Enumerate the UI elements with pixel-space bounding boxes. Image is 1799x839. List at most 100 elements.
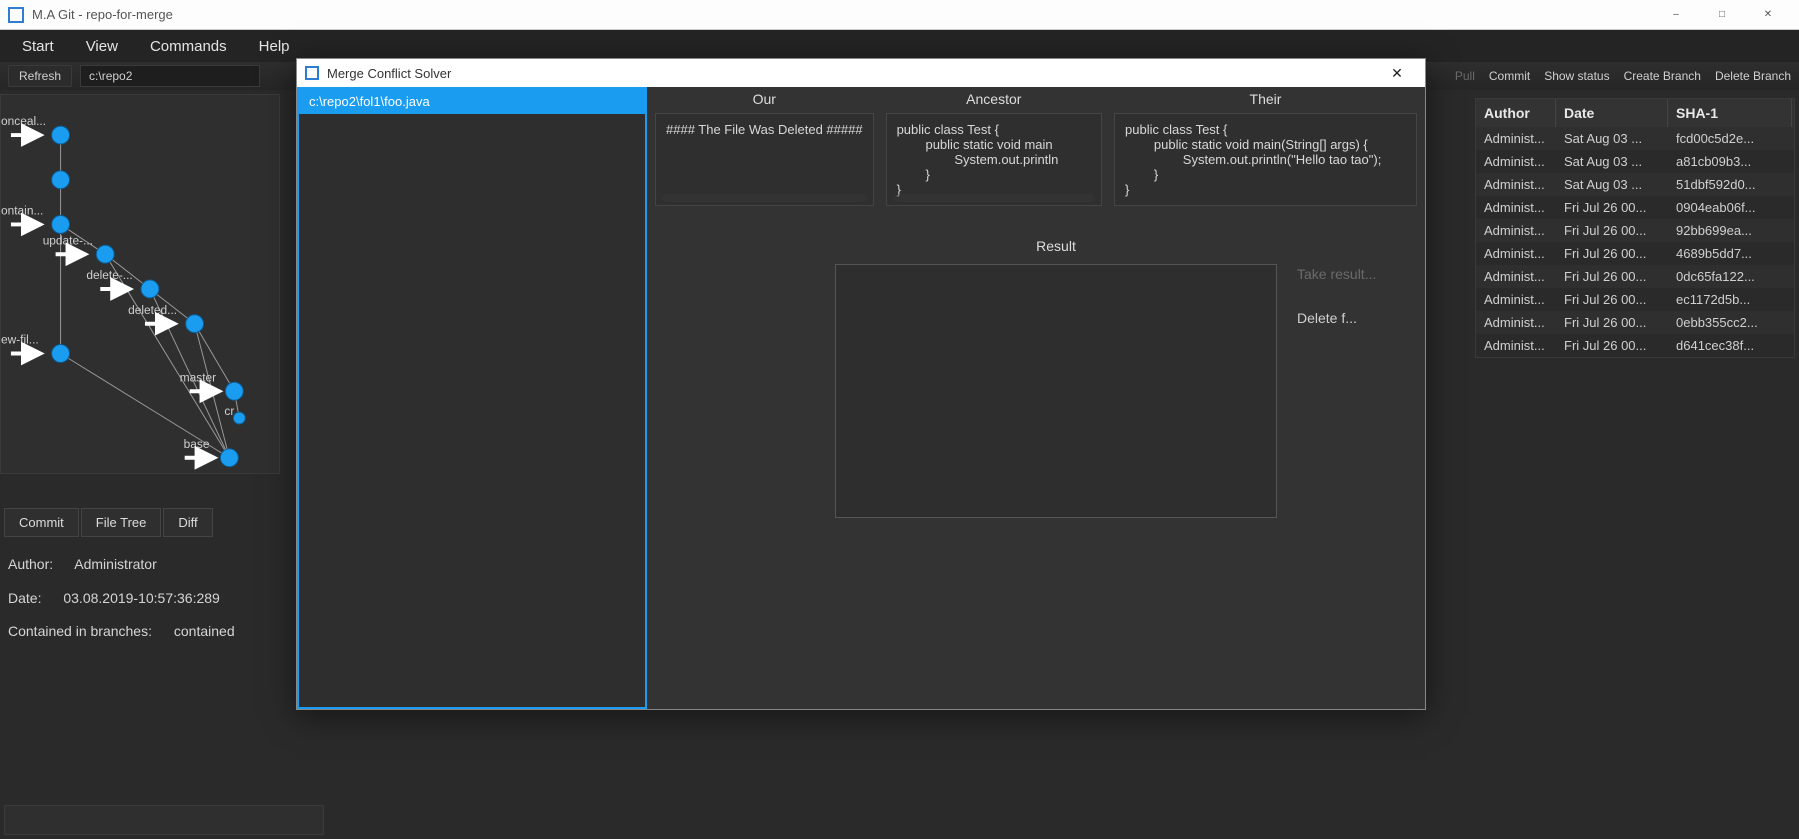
take-result-button[interactable]: Take result... <box>1297 266 1417 282</box>
cell-author: Administ... <box>1476 150 1556 173</box>
close-window-button[interactable]: ✕ <box>1745 0 1791 30</box>
pull-button[interactable]: Pull <box>1455 69 1475 83</box>
cell-sha: 0ebb355cc2... <box>1668 311 1792 334</box>
pane-ancestor: Ancestor public class Test { public stat… <box>886 91 1102 206</box>
menu-view[interactable]: View <box>72 32 132 61</box>
cell-sha: 0904eab06f... <box>1668 196 1792 219</box>
table-row[interactable]: Administ...Fri Jul 26 00...0904eab06f... <box>1476 196 1794 219</box>
maximize-button[interactable]: □ <box>1699 0 1745 30</box>
table-row[interactable]: Administ...Sat Aug 03 ...51dbf592d0... <box>1476 173 1794 196</box>
modal-close-button[interactable]: ✕ <box>1377 65 1417 82</box>
branches-label: Contained in branches: <box>8 615 152 649</box>
cell-date: Fri Jul 26 00... <box>1556 288 1668 311</box>
graph-label: delete-... <box>86 268 132 282</box>
minimize-button[interactable]: – <box>1653 0 1699 30</box>
cell-date: Fri Jul 26 00... <box>1556 219 1668 242</box>
pane-their-header: Their <box>1114 91 1417 113</box>
table-row[interactable]: Administ...Fri Jul 26 00...92bb699ea... <box>1476 219 1794 242</box>
detail-tabs: Commit File Tree Diff <box>4 508 213 537</box>
commit-graph[interactable]: onceal... ontain... update-... delete-..… <box>0 94 280 474</box>
result-textarea[interactable] <box>835 264 1277 518</box>
col-header-author[interactable]: Author <box>1476 99 1556 127</box>
cell-sha: d641cec38f... <box>1668 334 1792 357</box>
cell-author: Administ... <box>1476 288 1556 311</box>
cell-author: Administ... <box>1476 242 1556 265</box>
menu-commands[interactable]: Commands <box>136 32 241 61</box>
cell-author: Administ... <box>1476 127 1556 150</box>
lower-panel <box>4 805 324 835</box>
graph-label: ew-fil... <box>1 333 39 347</box>
refresh-button[interactable]: Refresh <box>8 65 72 87</box>
cell-date: Sat Aug 03 ... <box>1556 127 1668 150</box>
graph-label: deleted... <box>128 303 177 317</box>
repo-path-input[interactable] <box>80 65 260 87</box>
conflict-file-list[interactable]: c:\repo2\fol1\foo.java <box>297 87 647 709</box>
pane-their-content[interactable]: public class Test { public static void m… <box>1114 113 1417 206</box>
author-label: Author: <box>8 548 53 582</box>
cell-author: Administ... <box>1476 334 1556 357</box>
menu-help[interactable]: Help <box>245 32 304 61</box>
result-header: Result <box>835 224 1277 264</box>
pane-our: Our #### The File Was Deleted ##### <box>655 91 874 206</box>
table-row[interactable]: Administ...Fri Jul 26 00...ec1172d5b... <box>1476 288 1794 311</box>
create-branch-button[interactable]: Create Branch <box>1624 69 1701 83</box>
date-value: 03.08.2019-10:57:36:289 <box>63 590 219 606</box>
tab-diff[interactable]: Diff <box>163 508 212 537</box>
graph-label: base <box>184 437 210 451</box>
cell-author: Administ... <box>1476 219 1556 242</box>
cell-author: Administ... <box>1476 196 1556 219</box>
table-row[interactable]: Administ...Fri Jul 26 00...d641cec38f... <box>1476 334 1794 357</box>
cell-sha: ec1172d5b... <box>1668 288 1792 311</box>
graph-label: ontain... <box>1 204 43 218</box>
graph-label: master <box>180 370 216 384</box>
table-row[interactable]: Administ...Sat Aug 03 ...a81cb09b3... <box>1476 150 1794 173</box>
delete-file-button[interactable]: Delete f... <box>1297 310 1417 326</box>
window-title: M.A Git - repo-for-merge <box>32 7 173 22</box>
pane-ancestor-content[interactable]: public class Test { public static void m… <box>886 113 1102 206</box>
date-label: Date: <box>8 582 41 616</box>
pane-our-header: Our <box>655 91 874 113</box>
commit-details: Author: Administrator Date: 03.08.2019-1… <box>8 548 235 649</box>
pane-ancestor-header: Ancestor <box>886 91 1102 113</box>
cell-sha: 0dc65fa122... <box>1668 265 1792 288</box>
delete-branch-button[interactable]: Delete Branch <box>1715 69 1791 83</box>
cell-date: Sat Aug 03 ... <box>1556 150 1668 173</box>
cell-date: Fri Jul 26 00... <box>1556 196 1668 219</box>
commit-button[interactable]: Commit <box>1489 69 1530 83</box>
show-status-button[interactable]: Show status <box>1544 69 1609 83</box>
table-row[interactable]: Administ...Fri Jul 26 00...0dc65fa122... <box>1476 265 1794 288</box>
scrollbar[interactable] <box>662 194 867 202</box>
cell-sha: 92bb699ea... <box>1668 219 1792 242</box>
cell-date: Sat Aug 03 ... <box>1556 173 1668 196</box>
cell-author: Administ... <box>1476 265 1556 288</box>
graph-label: onceal... <box>1 114 46 128</box>
graph-label: update-... <box>43 233 93 247</box>
table-row[interactable]: Administ...Fri Jul 26 00...4689b5dd7... <box>1476 242 1794 265</box>
cell-sha: 4689b5dd7... <box>1668 242 1792 265</box>
window-titlebar: M.A Git - repo-for-merge – □ ✕ <box>0 0 1799 30</box>
table-row[interactable]: Administ...Fri Jul 26 00...0ebb355cc2... <box>1476 311 1794 334</box>
commits-table[interactable]: Author Date SHA-1 Administ...Sat Aug 03 … <box>1475 98 1795 358</box>
tab-file-tree[interactable]: File Tree <box>81 508 162 537</box>
modal-titlebar: Merge Conflict Solver ✕ <box>297 59 1425 87</box>
menu-start[interactable]: Start <box>8 32 68 61</box>
col-header-sha[interactable]: SHA-1 <box>1668 99 1792 127</box>
author-value: Administrator <box>74 556 156 572</box>
pane-our-content[interactable]: #### The File Was Deleted ##### <box>655 113 874 206</box>
cell-sha: a81cb09b3... <box>1668 150 1792 173</box>
cell-date: Fri Jul 26 00... <box>1556 242 1668 265</box>
cell-author: Administ... <box>1476 173 1556 196</box>
cell-date: Fri Jul 26 00... <box>1556 265 1668 288</box>
cell-sha: 51dbf592d0... <box>1668 173 1792 196</box>
cell-date: Fri Jul 26 00... <box>1556 311 1668 334</box>
conflict-file-item[interactable]: c:\repo2\fol1\foo.java <box>299 89 645 114</box>
tab-commit[interactable]: Commit <box>4 508 79 537</box>
scrollbar[interactable] <box>893 194 1095 202</box>
modal-title: Merge Conflict Solver <box>327 66 451 81</box>
cell-sha: fcd00c5d2e... <box>1668 127 1792 150</box>
cell-date: Fri Jul 26 00... <box>1556 334 1668 357</box>
col-header-date[interactable]: Date <box>1556 99 1668 127</box>
app-icon <box>8 7 24 23</box>
pane-their: Their public class Test { public static … <box>1114 91 1417 206</box>
table-row[interactable]: Administ...Sat Aug 03 ...fcd00c5d2e... <box>1476 127 1794 150</box>
